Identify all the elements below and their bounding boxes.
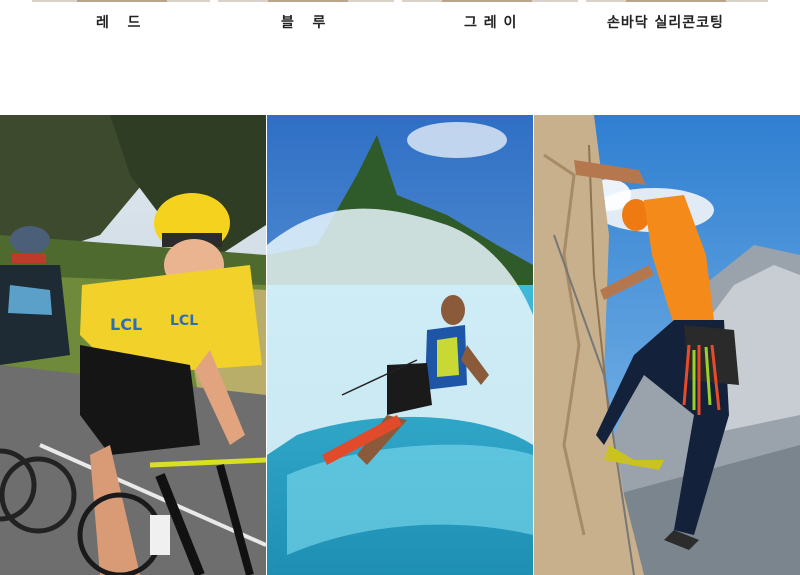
water-ski-photo bbox=[267, 115, 533, 575]
swatch-divider bbox=[32, 0, 210, 2]
climbing-photo bbox=[534, 115, 800, 575]
cycling-photo: LCL LCL bbox=[0, 115, 266, 575]
swatch-divider bbox=[218, 0, 394, 2]
svg-text:LCL: LCL bbox=[170, 313, 198, 329]
swatch-divider bbox=[586, 0, 768, 2]
svg-text:LCL: LCL bbox=[110, 315, 142, 334]
usage-photos: LCL LCL bbox=[0, 115, 800, 575]
color-options-row: 레 드 블 루 그 레 이 손바닥 실리콘코팅 bbox=[0, 0, 800, 115]
color-label-palm-coating: 손바닥 실리콘코팅 bbox=[607, 15, 724, 31]
color-label-gray: 그 레 이 bbox=[464, 15, 518, 31]
color-label-blue: 블 루 bbox=[281, 15, 327, 31]
color-label-red: 레 드 bbox=[96, 15, 142, 31]
swatch-divider bbox=[402, 0, 578, 2]
